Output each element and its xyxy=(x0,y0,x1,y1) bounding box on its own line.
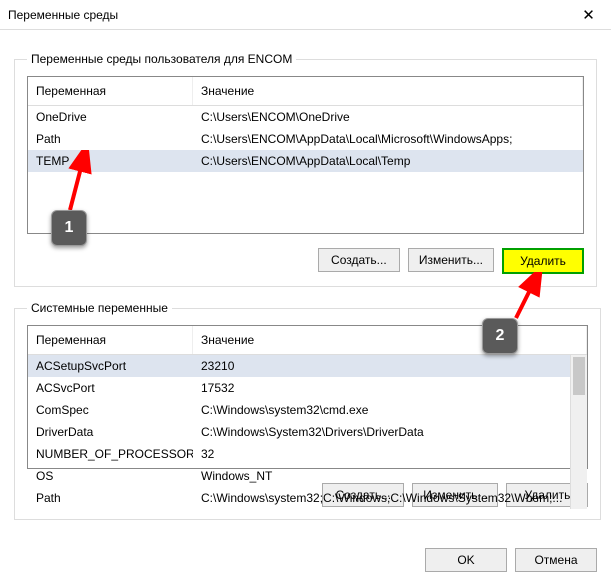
table-row[interactable]: ACSvcPort17532 xyxy=(28,377,570,399)
cell-value: C:\Windows\system32\cmd.exe xyxy=(193,401,570,419)
system-vars-legend: Системные переменные xyxy=(27,301,172,315)
cell-name: Path xyxy=(28,489,193,507)
cell-value: C:\Users\ENCOM\AppData\Local\Temp xyxy=(193,152,583,170)
cell-value: C:\Users\ENCOM\AppData\Local\Microsoft\W… xyxy=(193,130,583,148)
cell-value: C:\Windows\system32;C:\Windows;C:\Window… xyxy=(193,489,570,507)
user-delete-button[interactable]: Удалить xyxy=(502,248,584,274)
dialog-content: Переменные среды пользователя для ENCOM … xyxy=(0,30,611,542)
close-button[interactable]: ✕ xyxy=(566,0,611,30)
close-icon: ✕ xyxy=(582,6,595,24)
user-vars-legend: Переменные среды пользователя для ENCOM xyxy=(27,52,296,66)
col-header-value[interactable]: Значение xyxy=(193,77,583,105)
ok-button[interactable]: OK xyxy=(425,548,507,572)
user-vars-rows: OneDriveC:\Users\ENCOM\OneDrivePathC:\Us… xyxy=(28,106,583,172)
table-row[interactable]: DriverDataC:\Windows\System32\Drivers\Dr… xyxy=(28,421,570,443)
titlebar: Переменные среды ✕ xyxy=(0,0,611,30)
user-new-button[interactable]: Создать... xyxy=(318,248,400,272)
annotation-badge-1: 1 xyxy=(51,210,87,246)
user-vars-table[interactable]: Переменная Значение OneDriveC:\Users\ENC… xyxy=(27,76,584,234)
cell-value: 23210 xyxy=(193,357,570,375)
table-row[interactable]: NUMBER_OF_PROCESSORS32 xyxy=(28,443,570,465)
cell-value: Windows_NT xyxy=(193,467,570,485)
table-row[interactable]: TEMPC:\Users\ENCOM\AppData\Local\Temp xyxy=(28,150,583,172)
annotation-badge-2: 2 xyxy=(482,318,518,354)
system-vars-rows: ACSetupSvcPort23210ACSvcPort17532ComSpec… xyxy=(28,355,570,509)
window-title: Переменные среды xyxy=(8,8,118,22)
cell-value: C:\Users\ENCOM\OneDrive xyxy=(193,108,583,126)
user-buttons: Создать... Изменить... Удалить xyxy=(27,248,584,274)
cancel-button[interactable]: Отмена xyxy=(515,548,597,572)
cell-value: 32 xyxy=(193,445,570,463)
scrollbar-thumb[interactable] xyxy=(573,357,585,395)
table-row[interactable]: PathC:\Windows\system32;C:\Windows;C:\Wi… xyxy=(28,487,570,509)
table-row[interactable]: OSWindows_NT xyxy=(28,465,570,487)
table-row[interactable]: ComSpecC:\Windows\system32\cmd.exe xyxy=(28,399,570,421)
cell-name: DriverData xyxy=(28,423,193,441)
col-header-name[interactable]: Переменная xyxy=(28,326,193,354)
cell-name: ComSpec xyxy=(28,401,193,419)
cell-name: NUMBER_OF_PROCESSORS xyxy=(28,445,193,463)
cell-name: TEMP xyxy=(28,152,193,170)
user-edit-button[interactable]: Изменить... xyxy=(408,248,494,272)
user-vars-group: Переменные среды пользователя для ENCOM … xyxy=(14,52,597,287)
col-header-value[interactable]: Значение xyxy=(193,326,587,354)
cell-name: OS xyxy=(28,467,193,485)
table-row[interactable]: ACSetupSvcPort23210 xyxy=(28,355,570,377)
table-row[interactable]: OneDriveC:\Users\ENCOM\OneDrive xyxy=(28,106,583,128)
cell-name: ACSetupSvcPort xyxy=(28,357,193,375)
cell-value: 17532 xyxy=(193,379,570,397)
scrollbar[interactable] xyxy=(570,355,587,509)
col-header-name[interactable]: Переменная xyxy=(28,77,193,105)
cell-name: OneDrive xyxy=(28,108,193,126)
cell-name: ACSvcPort xyxy=(28,379,193,397)
cell-value: C:\Windows\System32\Drivers\DriverData xyxy=(193,423,570,441)
table-header: Переменная Значение xyxy=(28,77,583,106)
dialog-buttons: OK Отмена xyxy=(0,542,611,582)
cell-name: Path xyxy=(28,130,193,148)
table-row[interactable]: PathC:\Users\ENCOM\AppData\Local\Microso… xyxy=(28,128,583,150)
